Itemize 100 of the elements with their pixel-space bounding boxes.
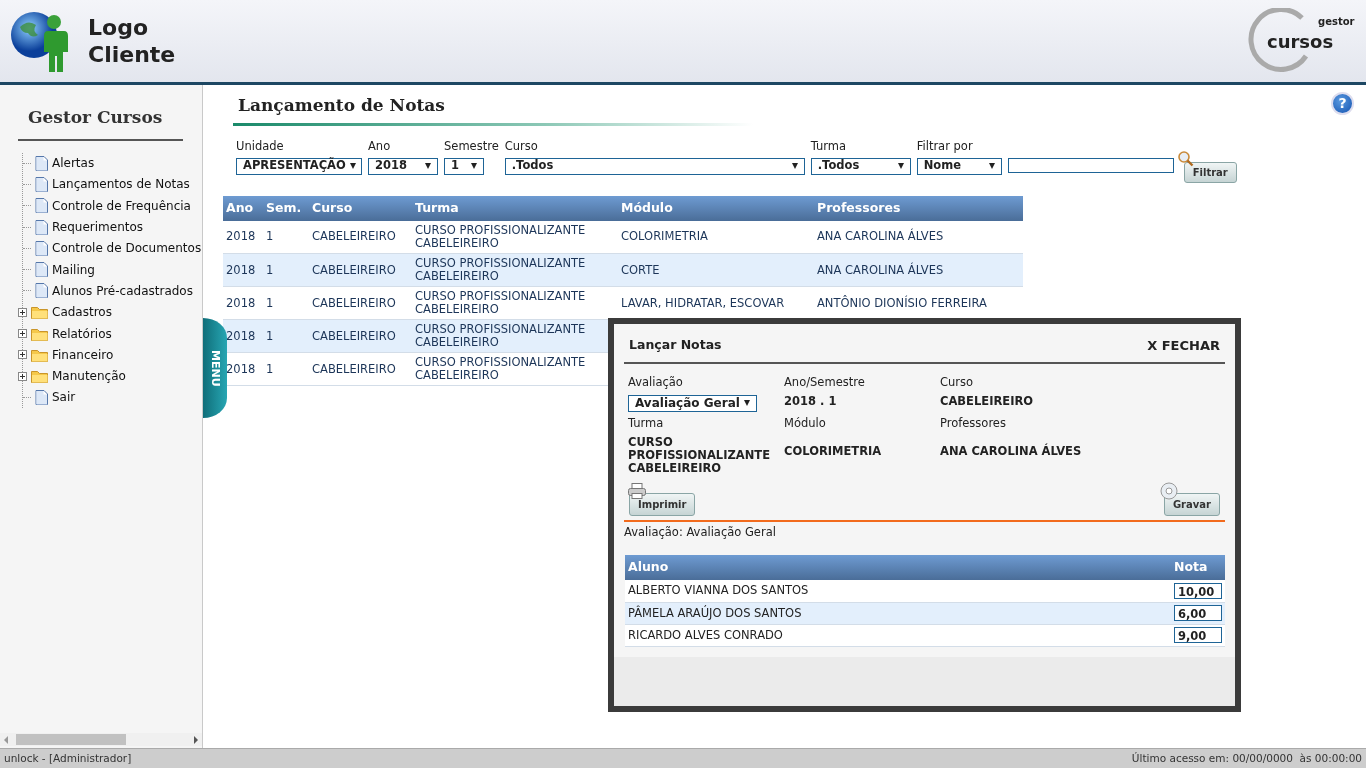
page-icon xyxy=(35,240,48,256)
folder-icon xyxy=(31,305,48,320)
scrollbar[interactable] xyxy=(0,733,202,746)
column-header: Sem. xyxy=(263,195,309,221)
folder-icon xyxy=(31,369,48,384)
close-button[interactable]: X FECHAR xyxy=(1147,336,1220,356)
filter-label: Turma xyxy=(810,137,848,155)
summary-text: Avaliação: Avaliação Geral xyxy=(624,524,777,541)
page-icon xyxy=(35,283,48,299)
sidebar-item[interactable]: Sair xyxy=(52,388,76,407)
select-field[interactable]: .Todos xyxy=(810,157,911,175)
select-field[interactable]: APRESENTAÇÃO xyxy=(236,157,362,175)
select-field[interactable]: 1 xyxy=(444,157,484,175)
select-field[interactable]: .Todos xyxy=(504,157,805,175)
table-cell: ALBERTO VIANNA DOS SANTOS xyxy=(625,580,1171,603)
table-cell: 1 xyxy=(263,220,309,254)
sidebar-item[interactable]: Alunos Pré-cadastrados xyxy=(52,281,193,300)
expand-icon[interactable] xyxy=(18,371,27,381)
brand-text: cursos xyxy=(1267,30,1334,54)
scrollbar-thumb[interactable] xyxy=(16,734,126,745)
page-icon xyxy=(35,198,48,214)
table-cell: PÂMELA ARAÚJO DOS SANTOS xyxy=(625,602,1171,625)
sidebar-item[interactable]: Controle de Frequência xyxy=(52,196,191,215)
select-field[interactable]: Nome xyxy=(916,157,1002,175)
folder-icon xyxy=(31,326,48,341)
filter-label: Curso xyxy=(504,137,539,155)
filter-label: Ano xyxy=(368,137,392,155)
print-button[interactable]: Imprimir xyxy=(629,493,696,516)
filter-label: Unidade xyxy=(236,137,285,155)
sidebar-item[interactable]: Cadastros xyxy=(52,303,112,322)
caret-icon xyxy=(349,163,356,169)
column-header: Professores xyxy=(814,195,1023,221)
table-cell: ANA CAROLINA ÁLVES xyxy=(814,253,1023,287)
table-cell: 1 xyxy=(263,352,309,386)
table-cell: CABELEIREIRO xyxy=(309,319,412,353)
select-field[interactable]: 2018 xyxy=(368,157,438,175)
select-field[interactable]: Avaliação Geral xyxy=(628,394,757,412)
logo-text: Cliente xyxy=(88,41,176,68)
page-icon xyxy=(35,389,48,405)
table-cell: CABELEIREIRO xyxy=(309,352,412,386)
caret-icon xyxy=(791,163,798,169)
grade-field[interactable]: 6,00 xyxy=(1174,605,1222,622)
status-text: Último acesso em: 00/00/0000 às 00:00:00 xyxy=(1131,750,1362,766)
table-cell: 1 xyxy=(263,319,309,353)
table-cell: CORTE xyxy=(618,253,814,287)
filter-label: Filtrar por xyxy=(916,137,974,155)
page-title: Lançamento de Notas xyxy=(238,94,445,117)
field-label: Módulo xyxy=(784,414,827,432)
caret-icon xyxy=(988,163,995,169)
grade-field[interactable]: 10,00 xyxy=(1174,583,1222,599)
search-field[interactable] xyxy=(1007,157,1174,173)
grade-field[interactable]: 9,00 xyxy=(1174,627,1222,644)
filter-button[interactable]: Filtrar xyxy=(1183,161,1237,183)
field-label: Professores xyxy=(940,414,1007,432)
expand-icon[interactable] xyxy=(18,307,27,317)
field-value: ANA CAROLINA ÁLVES xyxy=(940,445,1083,458)
table-cell: CURSO PROFISSIONALIZANTE CABELEIREIRO xyxy=(412,253,618,287)
folder-icon xyxy=(31,347,48,362)
filter-label: Semestre xyxy=(444,137,499,155)
table-cell: CURSO PROFISSIONALIZANTE CABELEIREIRO xyxy=(412,286,618,320)
logo-text: Logo xyxy=(88,14,149,41)
brand-text: gestor xyxy=(1318,15,1355,29)
table-cell: RICARDO ALVES CONRADO xyxy=(625,624,1171,647)
caret-icon xyxy=(897,163,904,169)
table-cell: CABELEIREIRO xyxy=(309,253,412,287)
sidebar-item[interactable]: Mailing xyxy=(52,260,95,279)
caret-icon xyxy=(425,163,431,169)
page-icon xyxy=(35,155,48,171)
column-header: Nota xyxy=(1171,555,1225,581)
sidebar-item[interactable]: Requerimentos xyxy=(52,218,144,237)
table-cell: 1 xyxy=(263,286,309,320)
expand-icon[interactable] xyxy=(18,329,27,338)
page-icon xyxy=(35,262,48,278)
sidebar-item[interactable]: Financeiro xyxy=(52,345,114,364)
table-cell: CABELEIREIRO xyxy=(309,220,412,254)
caret-icon xyxy=(471,163,477,169)
column-header: Turma xyxy=(412,195,618,221)
dialog-title: Lançar Notas xyxy=(629,336,722,355)
menu-tab[interactable]: MENU xyxy=(203,318,227,418)
scroll-right-icon[interactable] xyxy=(194,735,198,744)
table-cell: ANA CAROLINA ÁLVES xyxy=(814,220,1023,254)
sidebar-item[interactable]: Relatórios xyxy=(52,324,112,343)
caret-icon xyxy=(744,400,750,407)
column-header: Ano xyxy=(223,195,263,221)
expand-icon[interactable] xyxy=(18,350,27,360)
field-label: Turma xyxy=(628,414,665,432)
status-text: unlock - [Administrador] xyxy=(4,750,132,766)
disc-icon xyxy=(1159,481,1178,500)
sidebar-item[interactable]: Manutenção xyxy=(52,367,126,386)
page-icon xyxy=(35,219,48,235)
table-cell: 2018 xyxy=(223,286,263,320)
sidebar-item[interactable]: Alertas xyxy=(52,154,95,173)
column-header: Aluno xyxy=(625,555,1171,581)
sidebar-item[interactable]: Lançamentos de Notas xyxy=(52,175,190,194)
field-value: 2018 . 1 xyxy=(784,394,838,408)
page-icon xyxy=(35,176,48,192)
table-cell: CABELEIREIRO xyxy=(309,286,412,320)
save-button[interactable]: Gravar xyxy=(1163,493,1220,516)
sidebar-item[interactable]: Controle de Documentos xyxy=(52,239,202,258)
table-cell: 2018 xyxy=(223,253,263,287)
